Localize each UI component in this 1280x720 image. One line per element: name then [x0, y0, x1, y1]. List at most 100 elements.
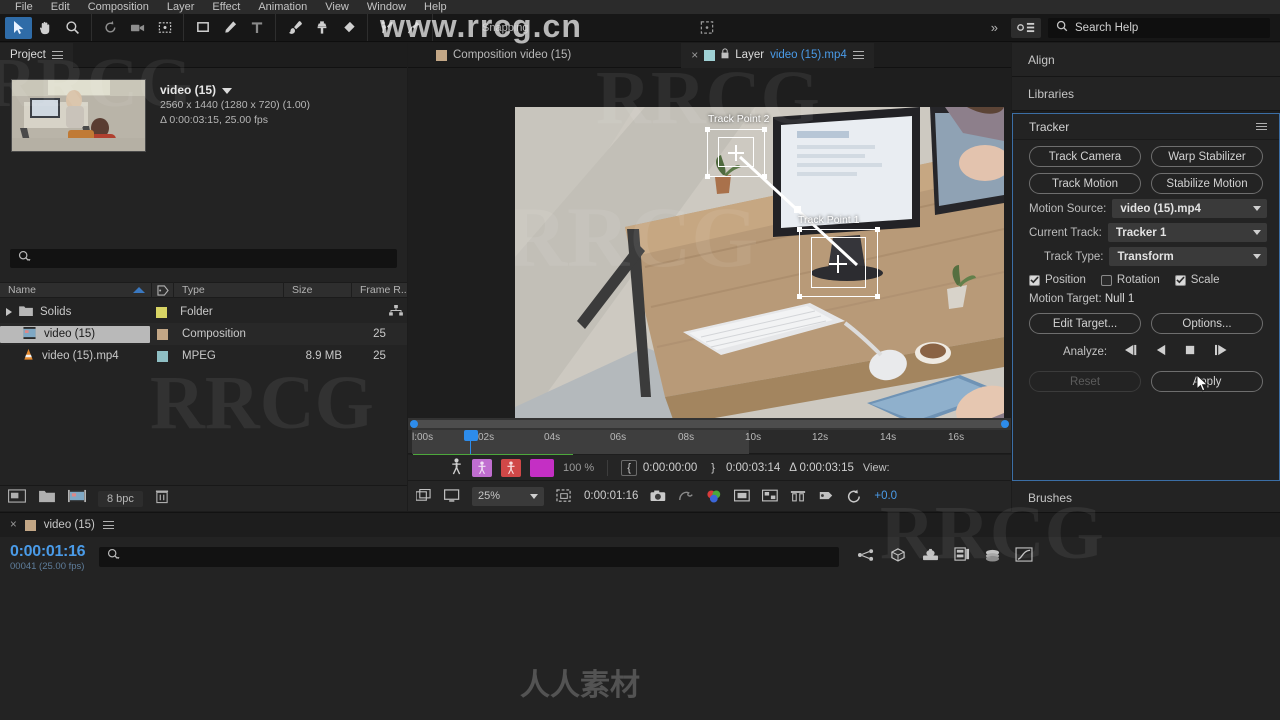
timeline-timecode[interactable]: 0:00:01:16 — [10, 543, 86, 561]
chevron-down-icon[interactable] — [222, 87, 233, 94]
timeline-offset-value[interactable]: +0.0 — [874, 490, 897, 502]
track-point-1-handle-tl[interactable] — [797, 227, 802, 232]
out-point-value[interactable]: 0:00:03:14 — [726, 462, 780, 474]
rotation-checkbox[interactable] — [1100, 274, 1112, 286]
tracker-menu-icon[interactable] — [1256, 120, 1267, 132]
workspace-settings-icon[interactable] — [1011, 17, 1041, 38]
current-track-select[interactable]: Tracker 1 — [1107, 223, 1267, 242]
tab-project[interactable]: Project — [0, 42, 73, 68]
project-menu-icon[interactable] — [51, 49, 63, 61]
menu-item-window[interactable]: Window — [358, 1, 415, 14]
sort-ascending-icon[interactable] — [133, 287, 145, 293]
always-preview-icon[interactable] — [416, 488, 432, 504]
new-folder-icon[interactable] — [38, 489, 56, 508]
position-checkbox[interactable] — [1029, 274, 1040, 286]
motion-source-select[interactable]: video (15).mp4 — [1112, 199, 1267, 218]
menu-item-composition[interactable]: Composition — [79, 1, 158, 14]
close-icon[interactable]: × — [10, 519, 17, 531]
zoom-tool-icon[interactable] — [59, 17, 86, 39]
panel-brushes-collapsed[interactable]: Brushes — [1012, 481, 1280, 515]
current-time-indicator[interactable] — [464, 430, 478, 454]
viewer-scroll-right-cap[interactable] — [1001, 420, 1009, 428]
anchor-point-tool-icon[interactable] — [151, 17, 178, 39]
motion-blur-switch-icon[interactable] — [984, 548, 1001, 567]
scale-label[interactable]: Scale — [1191, 274, 1220, 286]
hide-shy-layers-icon[interactable] — [921, 548, 940, 567]
zoom-level-select[interactable]: 25% — [472, 486, 544, 506]
analyze-forward-icon[interactable] — [1213, 344, 1229, 359]
expand-triangle-icon[interactable] — [6, 308, 12, 316]
project-col-size[interactable]: Size — [284, 282, 352, 298]
rotation-label[interactable]: Rotation — [1117, 274, 1160, 286]
channel-rgb-icon[interactable] — [706, 488, 722, 504]
in-point-group[interactable]: { 0:00:00:00 — [621, 459, 697, 476]
new-composition-icon[interactable] — [68, 489, 86, 508]
close-icon[interactable]: × — [691, 48, 698, 62]
project-col-type[interactable]: Type — [174, 282, 284, 298]
panel-libraries-collapsed[interactable]: Libraries — [1012, 77, 1280, 111]
label-color-swatch[interactable] — [156, 350, 168, 362]
search-help-input[interactable]: Search Help — [1048, 17, 1270, 38]
lock-icon[interactable] — [721, 48, 729, 62]
project-row-swatch[interactable] — [150, 328, 174, 340]
viewer-current-timecode[interactable]: 0:00:01:16 — [584, 490, 638, 502]
analyze-stop-icon[interactable] — [1184, 344, 1197, 359]
clone-stamp-tool-icon[interactable] — [308, 17, 335, 39]
draft-3d-icon[interactable] — [889, 547, 907, 567]
scale-checkbox[interactable] — [1174, 274, 1186, 286]
menu-item-effect[interactable]: Effect — [203, 1, 249, 14]
menu-item-edit[interactable]: Edit — [42, 1, 79, 14]
warp-stabilizer-button[interactable]: Warp Stabilizer — [1151, 146, 1263, 167]
menu-item-view[interactable]: View — [316, 1, 358, 14]
opacity-color-swatch[interactable] — [530, 458, 554, 477]
selection-tool-icon[interactable] — [5, 16, 32, 39]
rotation-tool-icon[interactable] — [97, 17, 124, 39]
out-point-icon[interactable]: } — [706, 461, 720, 475]
view-layout-icon[interactable] — [790, 488, 806, 504]
eraser-tool-icon[interactable] — [335, 17, 362, 39]
graph-editor-icon[interactable] — [1015, 547, 1033, 567]
track-point-1-handle-bl[interactable] — [797, 294, 802, 299]
pixel-aspect-icon[interactable] — [818, 488, 834, 504]
project-col-framerate[interactable]: Frame R... — [352, 282, 407, 298]
edit-target-button[interactable]: Edit Target... — [1029, 313, 1141, 334]
panel-align-collapsed[interactable]: Align — [1012, 43, 1280, 77]
label-color-swatch[interactable] — [155, 306, 167, 318]
reset-button[interactable]: Reset — [1029, 371, 1141, 392]
transparency-grid-icon[interactable] — [762, 488, 779, 504]
roto-brush-tool-icon[interactable] — [373, 17, 400, 39]
new-comp-icon[interactable] — [8, 489, 26, 508]
viewer-scroll-left-cap[interactable] — [410, 420, 418, 428]
menu-item-file[interactable]: File — [6, 1, 42, 14]
analyze-backward-icon[interactable] — [1155, 344, 1168, 359]
motion-blur-in-icon[interactable] — [472, 458, 492, 477]
duration-value[interactable]: Δ 0:00:03:15 — [789, 462, 854, 474]
snapshot-camera-icon[interactable] — [650, 488, 666, 504]
timeline-search-input[interactable] — [99, 547, 840, 567]
track-point-1-handle-tr[interactable] — [875, 227, 880, 232]
align-grid-icon[interactable] — [693, 17, 720, 39]
tab-layer-video15-mp4[interactable]: × Layer video (15).mp4 — [681, 42, 874, 68]
layer-canvas[interactable]: RRCG Track Point 2 — [515, 107, 1004, 450]
timeline-current-time[interactable]: 0:00:01:16 00041 (25.00 fps) — [0, 543, 86, 572]
project-col-label-icon[interactable] — [152, 282, 174, 298]
show-snapshot-icon[interactable] — [678, 488, 694, 504]
delete-icon[interactable] — [155, 489, 169, 509]
tab-composition-video15[interactable]: Composition video (15) — [408, 43, 581, 68]
camera-tool-icon[interactable] — [124, 17, 151, 39]
out-point-group[interactable]: } 0:00:03:14 — [706, 461, 780, 475]
project-row-video15-mp4[interactable]: video (15).mp4 MPEG 8.9 MB 25 — [0, 345, 407, 367]
track-point-1-handle-br[interactable] — [875, 294, 880, 299]
analyze-back-one-frame-icon[interactable] — [1123, 344, 1139, 359]
menu-item-animation[interactable]: Animation — [249, 1, 316, 14]
tab-timeline-label[interactable]: video (15) — [44, 519, 95, 531]
motion-blur-icon[interactable] — [450, 457, 463, 478]
puppet-pin-tool-icon[interactable] — [400, 17, 427, 39]
shape-tool-icon[interactable] — [189, 17, 216, 39]
in-point-value[interactable]: 0:00:00:00 — [643, 462, 697, 474]
workspace-overflow-chevron-icon[interactable]: » — [983, 20, 1004, 35]
track-type-select[interactable]: Transform — [1109, 247, 1267, 266]
project-col-name[interactable]: Name — [8, 282, 36, 298]
fast-previews-icon[interactable] — [846, 488, 862, 504]
motion-blur-out-icon[interactable] — [501, 458, 521, 477]
